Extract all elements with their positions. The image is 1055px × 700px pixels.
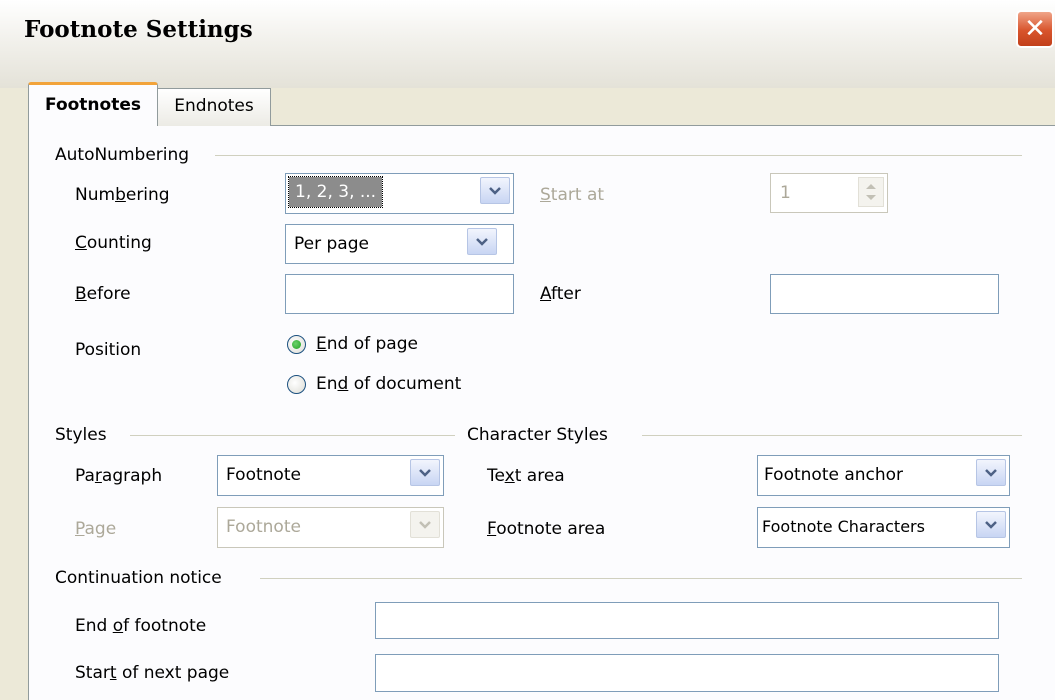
page-label: Page (75, 519, 117, 539)
autonumbering-group-label: AutoNumbering (55, 145, 190, 165)
after-label: After (540, 284, 581, 304)
footnote-area-style-value: Footnote Characters (762, 517, 925, 536)
title-bar[interactable]: Footnote Settings ✕ (0, 0, 1055, 88)
chevron-down-icon (985, 469, 997, 477)
end-of-page-radio[interactable] (287, 335, 306, 354)
tab-footnotes[interactable]: Footnotes (28, 82, 158, 126)
chevron-down-icon (419, 521, 431, 529)
counting-dropdown-button[interactable] (467, 228, 497, 255)
page-dropdown-button[interactable] (410, 511, 440, 538)
continuation-divider (260, 578, 1022, 579)
window-title: Footnote Settings (24, 16, 253, 43)
close-icon: ✕ (1024, 14, 1046, 44)
styles-divider (130, 435, 455, 436)
text-area-style-select[interactable]: Footnote anchor (757, 455, 1010, 496)
paragraph-style-value: Footnote (226, 465, 301, 485)
counting-select[interactable]: Per page (285, 224, 514, 264)
end-of-document-label[interactable]: End of document (316, 374, 461, 394)
counting-value: Per page (294, 234, 369, 254)
start-at-spin-buttons[interactable] (858, 177, 884, 207)
continuation-group-label: Continuation notice (55, 568, 222, 588)
chevron-down-icon (985, 521, 997, 529)
close-button[interactable]: ✕ (1016, 10, 1054, 48)
start-at-label: Start at (540, 185, 605, 205)
footnote-area-label: Footnote area (487, 519, 606, 539)
footnote-area-dropdown-button[interactable] (976, 511, 1006, 538)
tab-endnotes[interactable]: Endnotes (157, 88, 271, 126)
numbering-label: Numbering (75, 185, 170, 205)
start-of-next-page-label: Start of next page (75, 663, 230, 683)
text-area-dropdown-button[interactable] (976, 459, 1006, 486)
page-style-value: Footnote (226, 517, 301, 537)
autonumbering-divider (215, 155, 1022, 156)
start-of-next-page-input[interactable] (375, 654, 999, 692)
numbering-select[interactable]: 1, 2, 3, ... (285, 173, 514, 214)
chevron-down-icon (419, 469, 431, 477)
start-at-spinbox[interactable]: 1 (770, 173, 888, 213)
before-label: Before (75, 284, 131, 304)
paragraph-label: Paragraph (75, 466, 163, 486)
text-area-style-value: Footnote anchor (764, 465, 904, 485)
styles-group-label: Styles (55, 425, 107, 445)
page-style-select[interactable]: Footnote (217, 507, 444, 548)
end-of-footnote-label: End of footnote (75, 616, 207, 636)
numbering-value: 1, 2, 3, ... (287, 176, 384, 208)
chevron-down-icon (489, 187, 501, 195)
text-area-label: Text area (487, 466, 565, 486)
counting-label: Counting (75, 233, 152, 253)
start-at-value: 1 (780, 183, 791, 203)
before-input[interactable] (285, 274, 514, 314)
end-of-document-radio[interactable] (287, 375, 306, 394)
footnote-settings-dialog: Footnote Settings ✕ Footnotes Endnotes A… (0, 0, 1055, 700)
radio-selected-dot (292, 340, 301, 349)
end-of-page-label[interactable]: End of page (316, 334, 418, 354)
character-styles-group-label: Character Styles (467, 425, 608, 445)
position-label: Position (75, 340, 142, 360)
paragraph-dropdown-button[interactable] (410, 459, 440, 486)
spin-arrows-icon (866, 184, 876, 200)
end-of-footnote-input[interactable] (375, 602, 999, 639)
chevron-down-icon (476, 238, 488, 246)
paragraph-style-select[interactable]: Footnote (217, 455, 444, 496)
after-input[interactable] (770, 274, 999, 314)
numbering-dropdown-button[interactable] (480, 177, 510, 204)
footnote-area-style-select[interactable]: Footnote Characters (757, 507, 1010, 548)
character-styles-divider (642, 435, 1022, 436)
